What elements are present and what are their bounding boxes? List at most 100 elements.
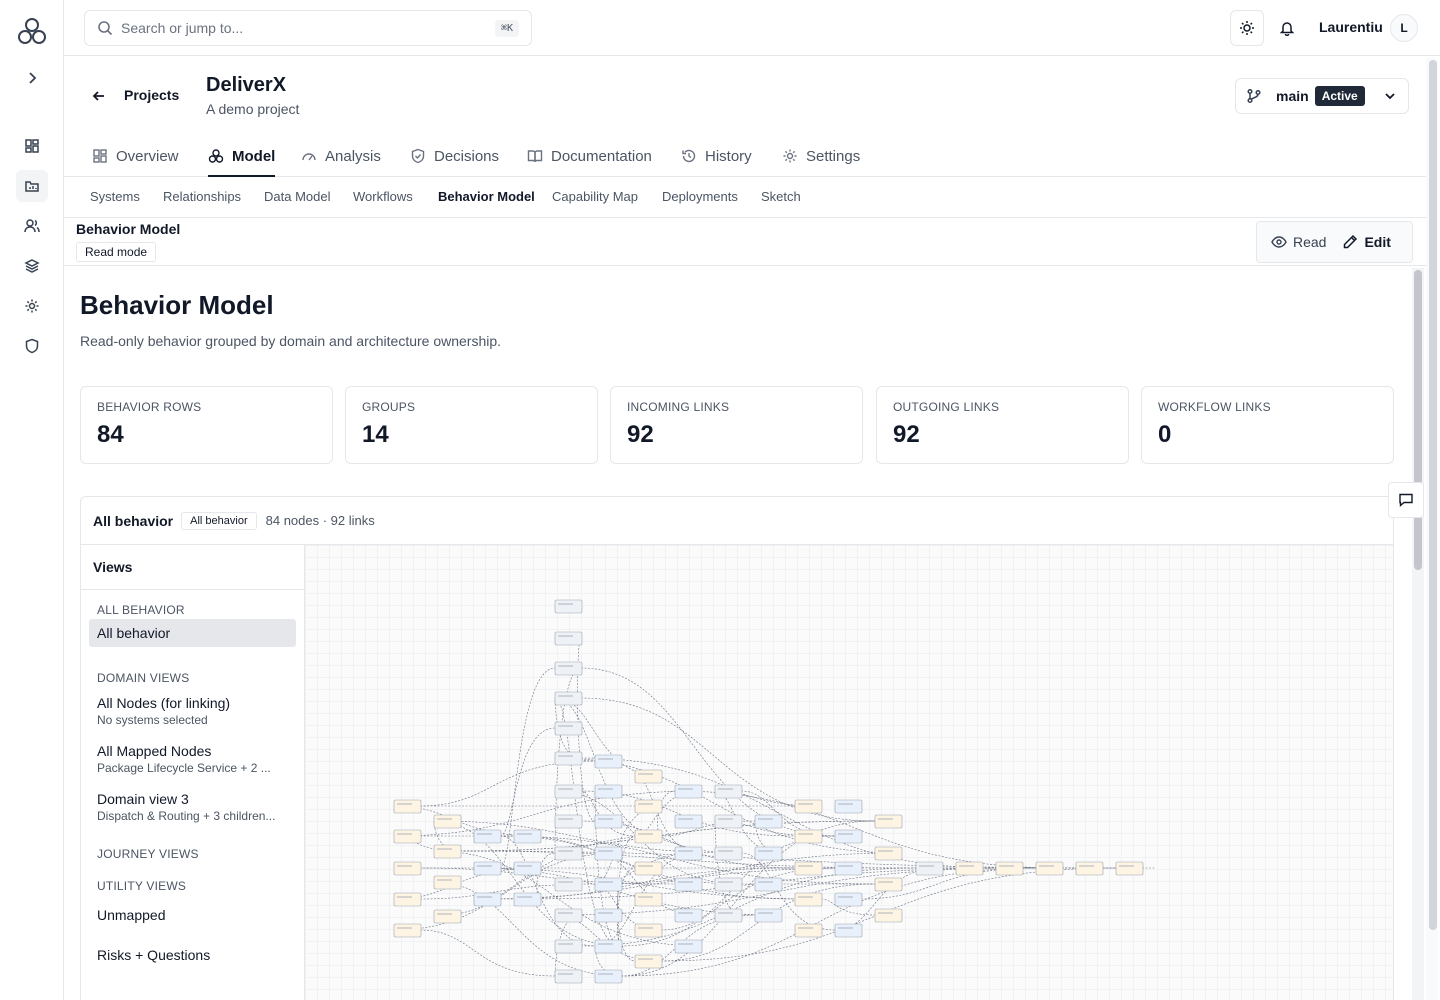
view-sublabel: Dispatch & Routing + 3 children... bbox=[97, 809, 276, 823]
view-all-nodes[interactable]: All Nodes (for linking) No systems selec… bbox=[89, 689, 296, 733]
edit-button[interactable]: Edit bbox=[1334, 227, 1398, 257]
edit-label: Edit bbox=[1364, 234, 1391, 250]
stat-label: GROUPS bbox=[362, 400, 416, 414]
subtab-systems[interactable]: Systems bbox=[90, 189, 140, 204]
graph-node bbox=[834, 892, 863, 907]
view-domain-view-3[interactable]: Domain view 3 Dispatch & Routing + 3 chi… bbox=[89, 785, 296, 829]
tab-decisions[interactable]: Decisions bbox=[410, 136, 499, 176]
tab-analysis[interactable]: Analysis bbox=[301, 136, 381, 176]
view-label: All Nodes (for linking) bbox=[97, 695, 231, 711]
view-label: All behavior bbox=[97, 625, 171, 641]
notifications-bell-icon[interactable] bbox=[1272, 10, 1302, 46]
view-label: All Mapped Nodes bbox=[97, 743, 212, 759]
tab-label: Overview bbox=[116, 147, 179, 165]
gauge-icon bbox=[301, 148, 317, 164]
graph-node bbox=[513, 861, 542, 876]
shield-check-icon bbox=[410, 148, 426, 164]
graph-edge bbox=[393, 790, 702, 837]
top-bar: Search or jump to... ⌘K Laurentiu L bbox=[64, 0, 1440, 56]
content-scrollbar-thumb[interactable] bbox=[1414, 270, 1422, 570]
graph-node bbox=[1035, 861, 1064, 876]
project-subtitle: A demo project bbox=[206, 101, 300, 117]
comment-icon[interactable] bbox=[1388, 482, 1424, 518]
avatar[interactable]: L bbox=[1390, 14, 1418, 42]
graph-node bbox=[433, 909, 462, 924]
views-sidebar: Views ALL BEHAVIOR All behavior DOMAIN V… bbox=[81, 545, 305, 1000]
tab-label: Settings bbox=[806, 147, 861, 165]
graph-node bbox=[473, 892, 502, 907]
graph-node bbox=[674, 877, 703, 892]
subtab-data-model[interactable]: Data Model bbox=[264, 189, 330, 204]
tab-settings[interactable]: Settings bbox=[782, 136, 860, 176]
page-scrollbar-thumb[interactable] bbox=[1429, 60, 1437, 930]
graph-node bbox=[754, 877, 783, 892]
app-logo-icon[interactable] bbox=[16, 16, 48, 48]
page-description: Read-only behavior grouped by domain and… bbox=[80, 333, 502, 349]
subtab-capability-map[interactable]: Capability Map bbox=[552, 189, 638, 204]
graph-node bbox=[554, 846, 583, 861]
stat-groups: GROUPS 14 bbox=[345, 386, 598, 464]
graph-node bbox=[594, 908, 623, 923]
tab-model[interactable]: Model bbox=[208, 136, 276, 177]
shield-nav-icon[interactable] bbox=[16, 330, 48, 362]
behavior-graph bbox=[393, 599, 1156, 984]
view-unmapped[interactable]: Unmapped bbox=[89, 901, 296, 929]
tab-history[interactable]: History bbox=[681, 136, 752, 176]
graph-node bbox=[874, 908, 903, 923]
graph-edge bbox=[594, 790, 622, 947]
stat-behavior-rows: BEHAVIOR ROWS 84 bbox=[80, 386, 333, 464]
view-risks-questions[interactable]: Risks + Questions bbox=[89, 941, 296, 969]
expand-sidebar-icon[interactable] bbox=[22, 68, 42, 88]
back-arrow-icon[interactable] bbox=[88, 86, 110, 106]
projects-nav-icon[interactable] bbox=[16, 170, 48, 202]
branch-selector[interactable]: main Active bbox=[1235, 78, 1409, 114]
graph-edge bbox=[419, 929, 556, 977]
graph-node bbox=[554, 691, 583, 706]
graph-node bbox=[714, 908, 743, 923]
behavior-panel: All behavior All behavior 84 nodes · 92 … bbox=[80, 496, 1394, 1000]
users-nav-icon[interactable] bbox=[16, 210, 48, 242]
grid-icon bbox=[92, 148, 108, 164]
graph-node bbox=[794, 892, 823, 907]
subtab-relationships[interactable]: Relationships bbox=[163, 189, 241, 204]
subtab-behavior-model[interactable]: Behavior Model bbox=[438, 189, 535, 204]
search-input[interactable]: Search or jump to... ⌘K bbox=[84, 10, 532, 46]
user-name[interactable]: Laurentiu bbox=[1319, 19, 1383, 35]
read-button[interactable]: Read bbox=[1263, 227, 1334, 257]
search-icon bbox=[97, 20, 113, 36]
dashboard-nav-icon[interactable] bbox=[16, 130, 48, 162]
theme-toggle-sun-icon[interactable] bbox=[1230, 10, 1264, 46]
graph-edge bbox=[499, 727, 556, 837]
view-all-behavior[interactable]: All behavior bbox=[89, 619, 296, 647]
graph-node bbox=[995, 861, 1024, 876]
branch-status-badge: Active bbox=[1314, 86, 1365, 106]
subtab-deployments[interactable]: Deployments bbox=[662, 189, 738, 204]
views-section-all: ALL BEHAVIOR bbox=[97, 603, 185, 617]
subtab-sketch[interactable]: Sketch bbox=[761, 189, 801, 204]
graph-node bbox=[554, 877, 583, 892]
behavior-graph-canvas[interactable] bbox=[305, 545, 1393, 1000]
layers-nav-icon[interactable] bbox=[16, 250, 48, 282]
graph-node bbox=[1075, 861, 1104, 876]
graph-node bbox=[594, 754, 623, 769]
divider bbox=[64, 265, 1426, 266]
graph-node bbox=[594, 846, 623, 861]
tab-label: History bbox=[705, 147, 752, 165]
tab-overview[interactable]: Overview bbox=[92, 136, 179, 176]
projects-back-link[interactable]: Projects bbox=[124, 87, 179, 103]
stat-value: 92 bbox=[627, 421, 654, 448]
subtab-workflows[interactable]: Workflows bbox=[353, 189, 413, 204]
graph-node bbox=[834, 799, 863, 814]
views-section-journey: JOURNEY VIEWS bbox=[97, 847, 199, 861]
graph-node bbox=[393, 923, 422, 938]
tab-documentation[interactable]: Documentation bbox=[527, 136, 652, 176]
stat-incoming-links: INCOMING LINKS 92 bbox=[610, 386, 863, 464]
graph-edge bbox=[419, 760, 596, 807]
graph-node bbox=[634, 799, 663, 814]
graph-node bbox=[594, 939, 623, 954]
settings-nav-icon[interactable] bbox=[16, 290, 48, 322]
graph-node bbox=[554, 751, 583, 766]
search-placeholder: Search or jump to... bbox=[121, 20, 244, 36]
views-header: Views bbox=[81, 545, 304, 590]
view-all-mapped-nodes[interactable]: All Mapped Nodes Package Lifecycle Servi… bbox=[89, 737, 296, 781]
